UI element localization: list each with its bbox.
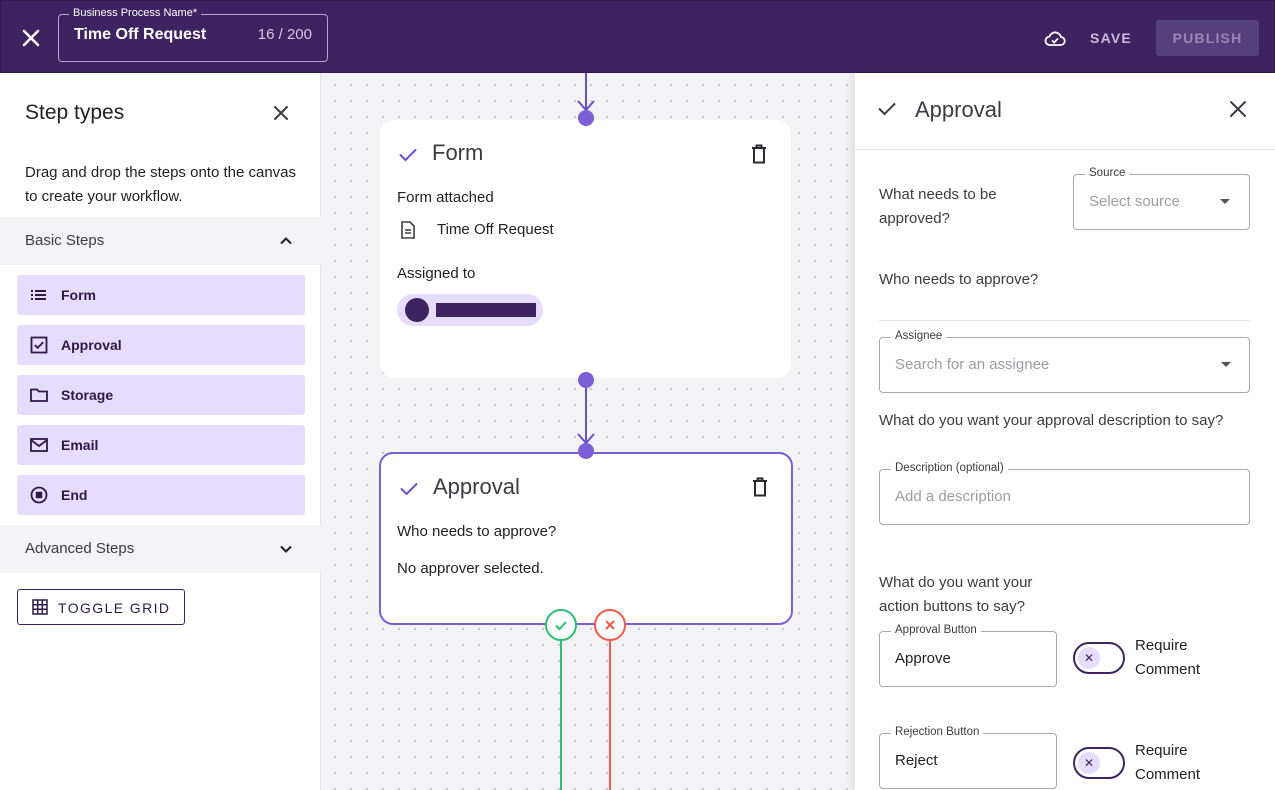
step-item-form[interactable]: Form [17, 275, 305, 315]
toggle-grid-button[interactable]: TOGGLE GRID [17, 589, 185, 625]
assignee-placeholder: Search for an assignee [895, 356, 1050, 373]
approval-question: Who needs to approve? [397, 523, 557, 540]
close-icon: ✕ [1078, 752, 1100, 774]
step-label: Storage [61, 387, 114, 403]
assigned-to-label: Assigned to [397, 265, 476, 282]
step-item-approval[interactable]: Approval [17, 325, 305, 365]
stop-circle-icon [29, 485, 49, 505]
description-placeholder: Add a description [895, 488, 1011, 505]
check-icon [398, 477, 420, 499]
close-icon[interactable] [19, 26, 43, 50]
avatar [405, 298, 429, 322]
panel-description: Drag and drop the steps onto the canvas … [25, 164, 297, 205]
dropdown-arrow-icon [1220, 199, 1230, 204]
rejection-button-label: Rejection Button [891, 726, 984, 738]
approval-button-value[interactable]: Approve [895, 650, 951, 667]
step-label: End [61, 487, 88, 503]
cloud-check-icon [1043, 27, 1067, 51]
step-label: Approval [61, 337, 122, 353]
dropdown-arrow-icon [1221, 362, 1231, 367]
panel-title: Approval [915, 97, 1002, 122]
advanced-steps-header[interactable]: Advanced Steps [0, 525, 321, 573]
toggle-grid-label: TOGGLE GRID [58, 600, 171, 616]
step-types-panel: Step types Drag and drop the steps onto … [0, 73, 321, 790]
top-bar: Business Process Name* Time Off Request … [0, 0, 1275, 73]
divider [855, 149, 1275, 150]
grid-icon [31, 598, 49, 616]
divider [879, 320, 1250, 321]
require-comment-label: Require Comment [1135, 637, 1201, 678]
require-comment-toggle[interactable]: ✕ [1073, 747, 1125, 779]
mail-icon [29, 435, 49, 455]
close-icon[interactable] [270, 102, 292, 124]
no-approver-text: No approver selected. [397, 560, 544, 577]
form-attached-label: Form attached [397, 189, 494, 206]
form-name: Time Off Request [437, 221, 554, 238]
character-count: 16 / 200 [257, 26, 312, 43]
chevron-up-icon [277, 232, 295, 250]
rejection-button-value[interactable]: Reject [895, 752, 938, 769]
document-icon [398, 220, 418, 240]
form-node[interactable]: Form Form attached Time Off Request Assi… [380, 120, 791, 378]
require-comment-toggle[interactable]: ✕ [1073, 642, 1125, 674]
section-label: Basic Steps [25, 232, 105, 249]
step-item-storage[interactable]: Storage [17, 375, 305, 415]
list-icon [29, 285, 49, 305]
step-item-end[interactable]: End [17, 475, 305, 515]
publish-button[interactable]: PUBLISH [1156, 20, 1259, 56]
approval-settings-panel: Approval What needs to be approved? Sour… [855, 73, 1275, 790]
checkbox-icon [29, 335, 49, 355]
trash-icon[interactable] [750, 476, 770, 498]
step-label: Form [61, 287, 96, 303]
assignee-search[interactable]: Assignee Search for an assignee [879, 330, 1250, 393]
node-title: Approval [433, 474, 520, 499]
basic-steps-header[interactable]: Basic Steps [0, 217, 321, 265]
redacted-name [436, 303, 536, 317]
workflow-canvas[interactable]: Form Form attached Time Off Request Assi… [321, 73, 855, 790]
description-field[interactable]: Description (optional) Add a description [879, 462, 1250, 525]
source-placeholder: Select source [1089, 193, 1180, 210]
assignee-chip[interactable] [397, 294, 543, 326]
panel-title: Step types [25, 101, 125, 124]
require-comment-label: Require Comment [1135, 742, 1201, 783]
folder-icon [29, 385, 49, 405]
process-name-label: Business Process Name* [69, 7, 202, 19]
section-label: Advanced Steps [25, 540, 135, 557]
save-button[interactable]: SAVE [1079, 21, 1143, 55]
who-approve-question: Who needs to approve? [879, 271, 1039, 288]
approval-node[interactable]: Approval Who needs to approve? No approv… [379, 452, 793, 625]
step-item-email[interactable]: Email [17, 425, 305, 465]
rejection-button-field[interactable]: Rejection Button Reject [879, 726, 1057, 789]
chevron-down-icon [277, 540, 295, 558]
assignee-label: Assignee [891, 330, 947, 342]
reject-branch-icon[interactable] [594, 609, 626, 641]
description-label: Description (optional) [891, 462, 1008, 474]
description-question: What do you want your approval descripti… [879, 412, 1224, 429]
trash-icon[interactable] [749, 143, 769, 165]
approve-branch-icon[interactable] [545, 609, 577, 641]
step-label: Email [61, 437, 99, 453]
approval-button-label: Approval Button [891, 624, 981, 636]
check-icon [876, 97, 898, 119]
process-name-field[interactable]: Business Process Name* Time Off Request … [58, 7, 328, 62]
node-title: Form [432, 140, 484, 165]
approval-button-field[interactable]: Approval Button Approve [879, 624, 1057, 687]
what-approved-question: What needs to be approved? [879, 186, 997, 227]
buttons-question: What do you want your action buttons to … [879, 574, 1033, 615]
close-icon: ✕ [1078, 647, 1100, 669]
source-label: Source [1085, 167, 1130, 179]
close-icon[interactable] [1227, 98, 1249, 120]
process-name-value[interactable]: Time Off Request [74, 26, 206, 44]
source-select[interactable]: Source Select source [1073, 167, 1250, 230]
check-icon [397, 143, 419, 165]
